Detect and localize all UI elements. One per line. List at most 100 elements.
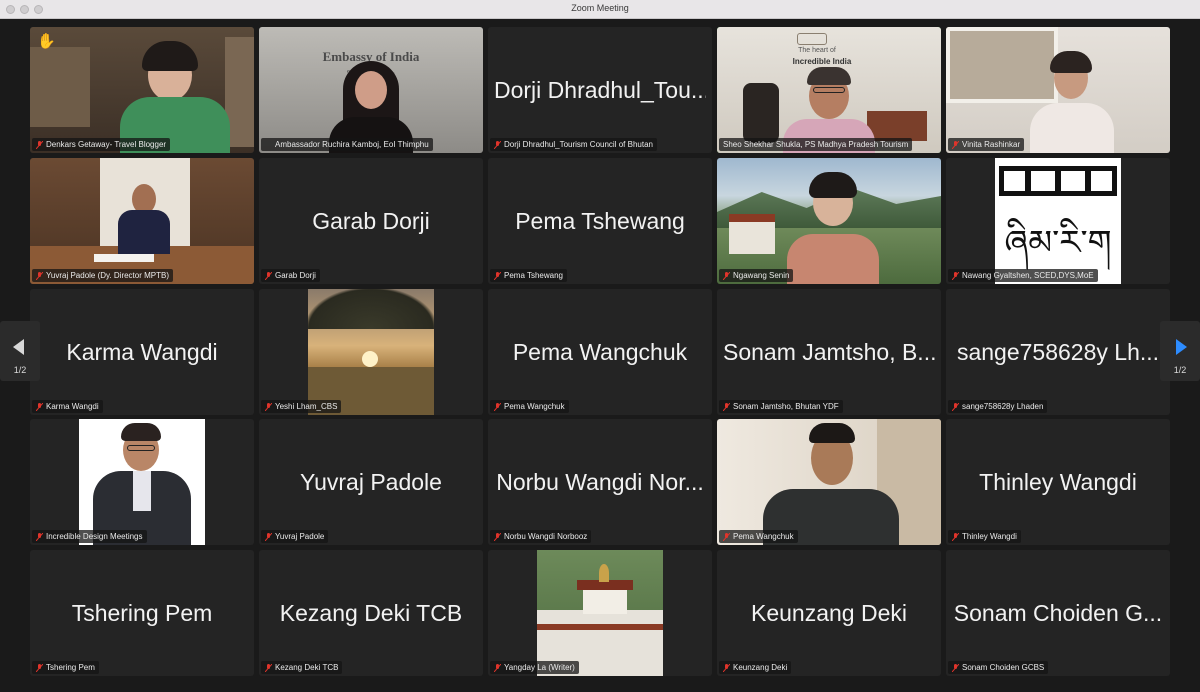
participant-tile[interactable]: Pema Tshewang Pema Tshewang: [488, 158, 712, 284]
muted-mic-icon: [723, 272, 730, 280]
participant-name: Ngawang Senin: [733, 271, 790, 280]
participant-display-name: Karma Wangdi: [66, 339, 218, 365]
participant-name-label: sange758628y Lhaden: [948, 400, 1048, 413]
participant-name-label: Sonam Jamtsho, Bhutan YDF: [719, 400, 843, 413]
participant-name: Ambassador Ruchira Kamboj, EoI Thimphu: [275, 140, 429, 149]
participant-display-name: Pema Wangchuk: [512, 339, 688, 365]
muted-mic-icon: [952, 272, 959, 280]
participant-tile[interactable]: Yuvraj Padole (Dy. Director MPTB): [30, 158, 254, 284]
participant-name: Dorji Dhradhul_Tourism Council of Bhutan: [504, 140, 653, 149]
participant-name: Garab Dorji: [275, 271, 316, 280]
participant-name-label: Ambassador Ruchira Kamboj, EoI Thimphu: [261, 138, 433, 151]
participant-display-name: Pema Tshewang: [515, 208, 685, 234]
participant-name-label: Yeshi Lham_CBS: [261, 400, 342, 413]
muted-mic-icon: [265, 403, 272, 411]
participant-name-label: Ngawang Senin: [719, 269, 794, 282]
participant-name: Pema Wangchuk: [733, 532, 794, 541]
participant-video: The heart of Incredible India: [717, 27, 941, 153]
participant-display-name: Dorji Dhradhul_Tou...: [494, 77, 706, 103]
participant-tile-active-speaker[interactable]: The heart of Incredible India Sheo Shekh…: [717, 27, 941, 153]
participant-tile[interactable]: Tshering Pem Tshering Pem: [30, 550, 254, 676]
participant-tile[interactable]: Kezang Deki TCB Kezang Deki TCB: [259, 550, 483, 676]
participant-display-name: sange758628y Lh...: [956, 339, 1160, 365]
participant-video: Embassy of India Thimphu: [259, 27, 483, 153]
window-titlebar: Zoom Meeting: [0, 0, 1200, 19]
muted-mic-icon: [36, 533, 43, 541]
page-indicator: 1/2: [13, 365, 27, 375]
scene-sign-text: The heart of: [798, 47, 836, 54]
muted-mic-icon: [494, 141, 501, 149]
participant-display-name: Garab Dorji: [312, 208, 430, 234]
participant-name: Keunzang Deki: [733, 663, 788, 672]
participant-name: Thinley Wangdi: [962, 532, 1017, 541]
participant-tile[interactable]: Incredible Design Meetings: [30, 419, 254, 545]
gallery-view: ✋ Denkars Getaway- Travel Blogger Embass…: [0, 19, 1200, 692]
participant-name: Yuvraj Padole (Dy. Director MPTB): [46, 271, 169, 280]
participant-name-label: Tshering Pem: [32, 661, 99, 674]
participant-tile[interactable]: Dorji Dhradhul_Tou... Dorji Dhradhul_Tou…: [488, 27, 712, 153]
muted-mic-icon: [36, 403, 43, 411]
participant-name-label: Thinley Wangdi: [948, 530, 1021, 543]
participant-video: [946, 27, 1170, 153]
participant-tile[interactable]: Vinita Rashinkar: [946, 27, 1170, 153]
participant-tile[interactable]: Thinley Wangdi Thinley Wangdi: [946, 419, 1170, 545]
participant-name-label: Norbu Wangdi Norbooz: [490, 530, 592, 543]
muted-mic-icon: [723, 403, 730, 411]
raised-hand-icon: ✋: [37, 33, 56, 50]
participant-tile[interactable]: Sonam Jamtsho, B... Sonam Jamtsho, Bhuta…: [717, 289, 941, 415]
participant-name: Yangday La (Writer): [504, 663, 575, 672]
participant-name: Denkars Getaway- Travel Blogger: [46, 140, 167, 149]
participant-tile[interactable]: ཞིམ་རི་ག Nawang Gyaltshen, SCED,DYS,MoE: [946, 158, 1170, 284]
participant-name: Vinita Rashinkar: [962, 140, 1021, 149]
muted-mic-icon: [494, 664, 501, 672]
participant-tile[interactable]: sange758628y Lh... sange758628y Lhaden: [946, 289, 1170, 415]
participant-name: Yuvraj Padole: [275, 532, 325, 541]
participant-name-label: Yuvraj Padole: [261, 530, 329, 543]
participant-video: ཞིམ་རི་ག: [995, 158, 1121, 284]
muted-mic-icon: [723, 664, 730, 672]
participant-name-label: Keunzang Deki: [719, 661, 792, 674]
participant-tile[interactable]: Ngawang Senin: [717, 158, 941, 284]
muted-mic-icon: [265, 272, 272, 280]
muted-mic-icon: [494, 533, 501, 541]
muted-mic-icon: [952, 664, 959, 672]
muted-mic-icon: [36, 272, 43, 280]
participant-display-name: Sonam Jamtsho, B...: [723, 339, 935, 365]
participant-tile[interactable]: Yangday La (Writer): [488, 550, 712, 676]
participant-name-label: Sonam Choiden GCBS: [948, 661, 1049, 674]
participant-tile[interactable]: Yeshi Lham_CBS: [259, 289, 483, 415]
participant-name-label: Dorji Dhradhul_Tourism Council of Bhutan: [490, 138, 657, 151]
next-page-button[interactable]: 1/2: [1160, 321, 1200, 381]
participant-tile[interactable]: Keunzang Deki Keunzang Deki: [717, 550, 941, 676]
muted-mic-icon: [494, 272, 501, 280]
muted-mic-icon: [952, 141, 959, 149]
participant-tile[interactable]: Yuvraj Padole Yuvraj Padole: [259, 419, 483, 545]
muted-mic-icon: [494, 403, 501, 411]
chevron-right-icon: [1176, 339, 1187, 355]
page-indicator: 1/2: [1173, 365, 1187, 375]
participant-name: Pema Wangchuk: [504, 402, 565, 411]
previous-page-button[interactable]: 1/2: [0, 321, 40, 381]
participant-name-label: Pema Wangchuk: [490, 400, 569, 413]
participant-tile[interactable]: Karma Wangdi Karma Wangdi: [30, 289, 254, 415]
participant-name-label: Sheo Shekhar Shukla, PS Madhya Pradesh T…: [719, 138, 913, 151]
muted-mic-icon: [265, 533, 272, 541]
participant-name-label: Incredible Design Meetings: [32, 530, 147, 543]
participant-name: Tshering Pem: [46, 663, 95, 672]
muted-mic-icon: [265, 664, 272, 672]
participant-tile[interactable]: ✋ Denkars Getaway- Travel Blogger: [30, 27, 254, 153]
participant-video: [30, 27, 254, 153]
participant-name-label: Kezang Deki TCB: [261, 661, 343, 674]
participant-name: Kezang Deki TCB: [275, 663, 339, 672]
participant-video: [537, 550, 663, 676]
participant-tile[interactable]: Pema Wangchuk: [717, 419, 941, 545]
participant-name: Sonam Jamtsho, Bhutan YDF: [733, 402, 839, 411]
muted-mic-icon: [36, 141, 43, 149]
participant-name: Yeshi Lham_CBS: [275, 402, 338, 411]
participant-tile[interactable]: Norbu Wangdi Nor... Norbu Wangdi Norbooz: [488, 419, 712, 545]
participant-tile[interactable]: Sonam Choiden G... Sonam Choiden GCBS: [946, 550, 1170, 676]
participant-tile[interactable]: Embassy of India Thimphu Ambassador Ruch…: [259, 27, 483, 153]
participant-tile[interactable]: Garab Dorji Garab Dorji: [259, 158, 483, 284]
participant-tile[interactable]: Pema Wangchuk Pema Wangchuk: [488, 289, 712, 415]
participant-name: Karma Wangdi: [46, 402, 99, 411]
